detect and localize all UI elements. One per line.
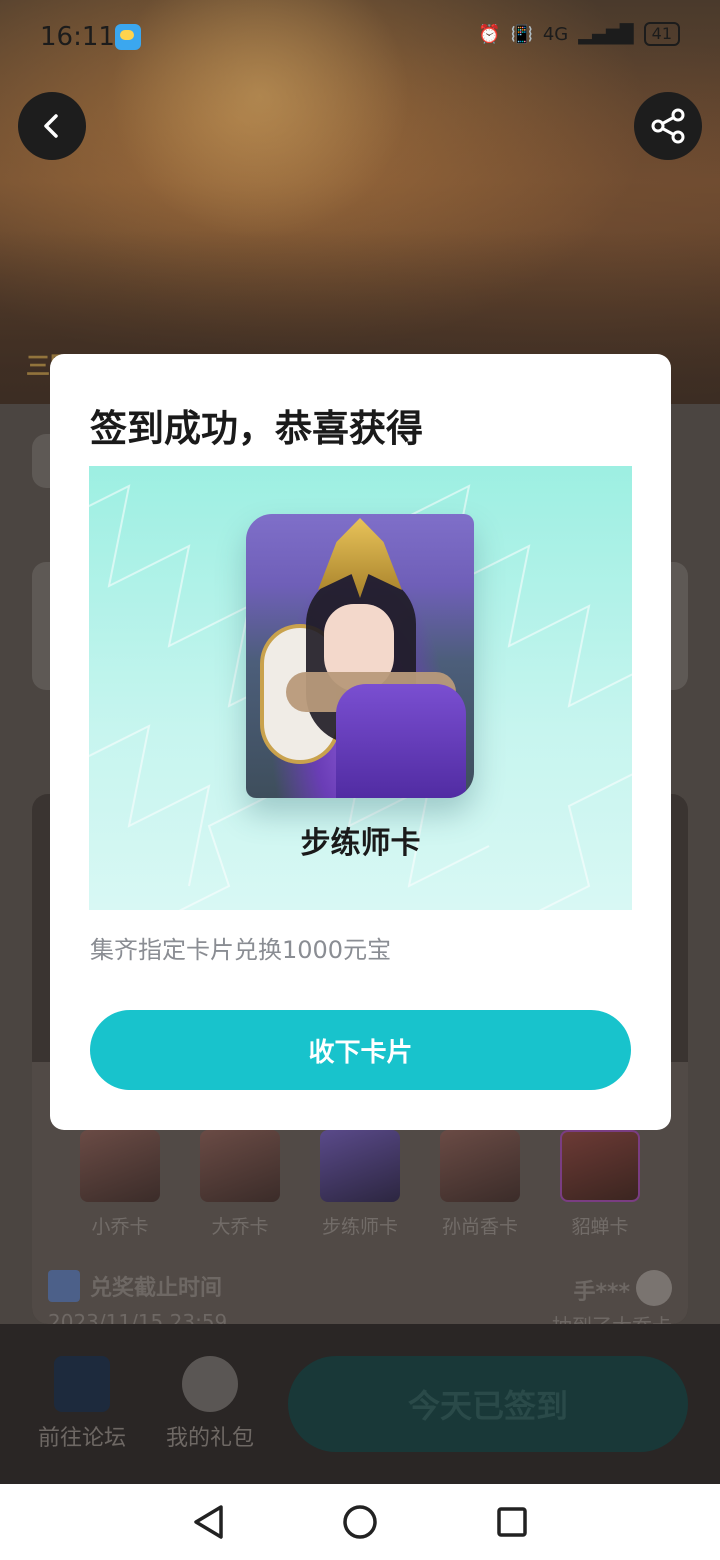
system-nav-bar xyxy=(0,1484,720,1560)
prize-panel: 步练师卡 xyxy=(89,466,632,910)
signal-icon: ▂▄▆█ xyxy=(578,23,634,45)
back-button[interactable] xyxy=(18,92,86,160)
nav-home-button[interactable] xyxy=(334,1496,386,1548)
card-item[interactable]: 步练师卡 xyxy=(320,1130,400,1239)
signed-in-button[interactable]: 今天已签到 xyxy=(288,1356,688,1452)
card-item[interactable]: 貂蝉卡 xyxy=(560,1130,640,1239)
card-collection-row: 小乔卡 大乔卡 步练师卡 孙尚香卡 貂蝉卡 xyxy=(80,1130,640,1239)
prize-card-image xyxy=(246,514,474,798)
vibrate-icon: 📳 xyxy=(510,23,533,45)
card-label: 大乔卡 xyxy=(211,1216,269,1238)
forum-button[interactable]: 前往论坛 xyxy=(32,1356,132,1452)
calendar-icon xyxy=(48,1270,80,1302)
nav-recents-button[interactable] xyxy=(486,1496,538,1548)
chevron-left-icon xyxy=(44,114,58,138)
dialog-title: 签到成功，恭喜获得 xyxy=(90,407,423,450)
weather-icon xyxy=(115,24,141,50)
card-label: 孙尚香卡 xyxy=(441,1216,518,1238)
circle-home-icon xyxy=(343,1505,377,1539)
card-label: 貂蝉卡 xyxy=(571,1216,629,1238)
network-label: 4G xyxy=(542,23,569,45)
forum-icon xyxy=(54,1356,110,1412)
card-thumbnail xyxy=(200,1130,280,1202)
gift-label: 我的礼包 xyxy=(165,1426,254,1451)
deadline-text: 兑奖截止时间 xyxy=(90,1276,223,1301)
card-thumbnail xyxy=(440,1130,520,1202)
robe-shape xyxy=(336,684,466,798)
card-item[interactable]: 孙尚香卡 xyxy=(440,1130,520,1239)
alarm-icon: ⏰ xyxy=(478,23,501,45)
share-icon xyxy=(651,108,685,144)
accept-card-button[interactable]: 收下卡片 xyxy=(90,1010,631,1090)
prize-description: 集齐指定卡片兑换1000元宝 xyxy=(90,936,392,964)
card-thumbnail xyxy=(560,1130,640,1202)
battery-indicator: 41 xyxy=(643,22,680,46)
gift-button[interactable]: 我的礼包 xyxy=(160,1356,260,1452)
prize-name: 步练师卡 xyxy=(300,826,421,861)
status-icons: ⏰ 📳 4G ▂▄▆█ 41 xyxy=(478,22,680,46)
card-label: 小乔卡 xyxy=(91,1216,149,1238)
gift-avatar-icon xyxy=(182,1356,238,1412)
triangle-back-icon xyxy=(194,1505,223,1539)
card-thumbnail xyxy=(320,1130,400,1202)
status-time: 16:11 xyxy=(40,22,115,52)
share-button[interactable] xyxy=(634,92,702,160)
reward-dialog: 签到成功，恭喜获得 步练师卡 集齐指定卡片兑换1000元宝 收下卡片 xyxy=(50,354,671,1130)
card-item[interactable]: 大乔卡 xyxy=(200,1130,280,1239)
square-recents-icon xyxy=(497,1507,527,1537)
avatar xyxy=(636,1270,672,1306)
status-bar: 16:11 ⏰ 📳 4G ▂▄▆█ 41 xyxy=(0,0,720,72)
card-thumbnail xyxy=(80,1130,160,1202)
forum-label: 前往论坛 xyxy=(37,1426,126,1451)
deadline-date: 2023/11/15 23:59 xyxy=(48,1310,228,1324)
deadline-label: 兑奖截止时间 xyxy=(48,1270,222,1302)
ticker-message: 抽到了大乔卡 xyxy=(552,1310,672,1324)
card-label: 步练师卡 xyxy=(321,1216,398,1238)
card-item[interactable]: 小乔卡 xyxy=(80,1130,160,1239)
nav-back-button[interactable] xyxy=(182,1496,234,1548)
ticker-username: 手*** xyxy=(573,1280,630,1305)
